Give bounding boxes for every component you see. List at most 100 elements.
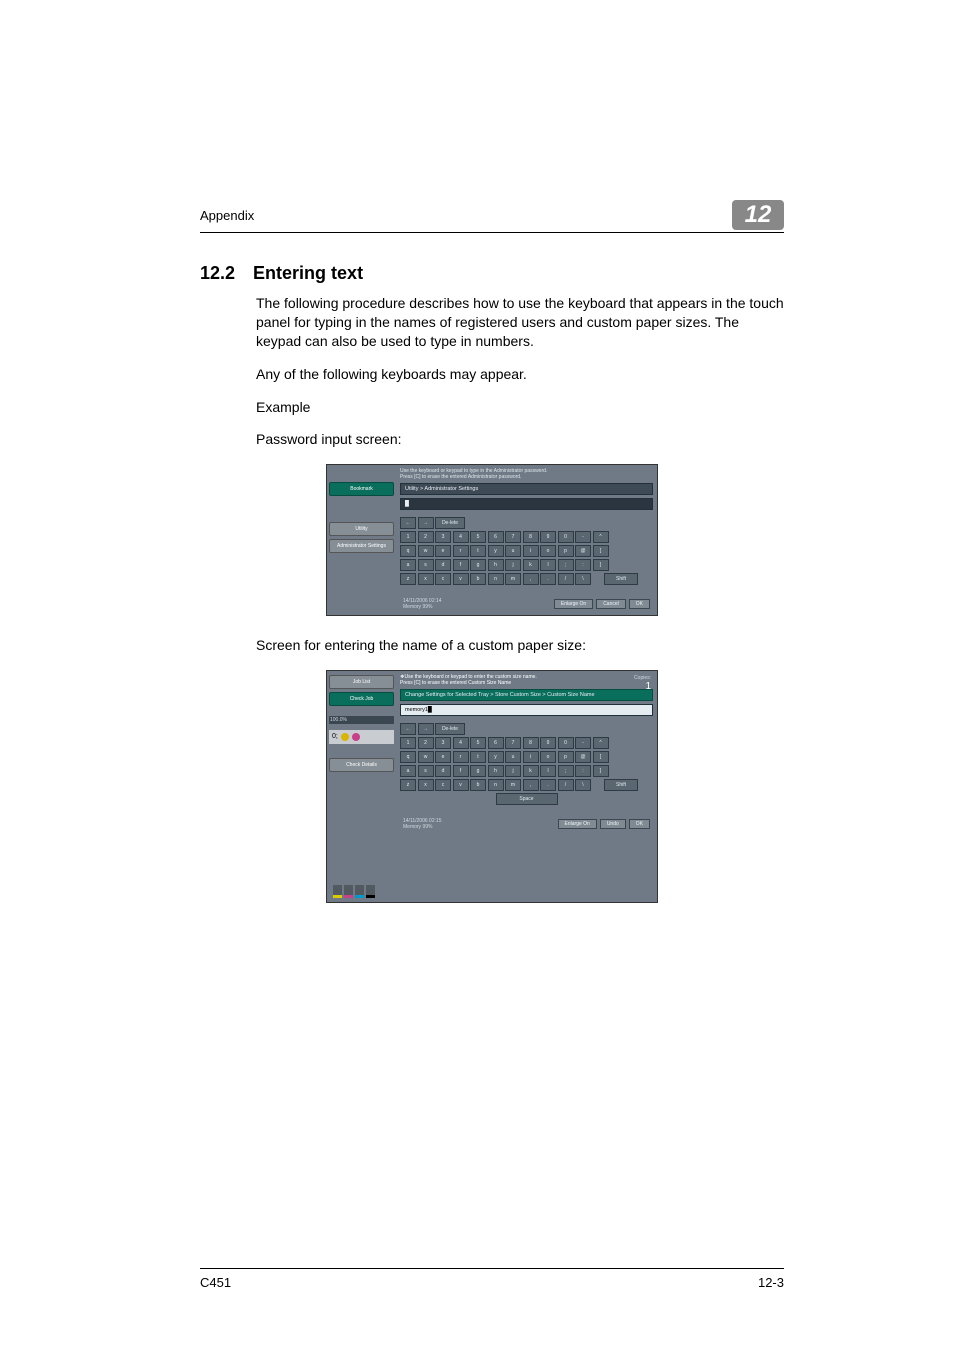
job-list-button[interactable]: Job List xyxy=(329,675,394,689)
key2-b[interactable]: b xyxy=(470,779,486,791)
delete-key[interactable]: De-lete xyxy=(435,517,465,529)
key2-7[interactable]: 7 xyxy=(505,737,521,749)
key-5[interactable]: 5 xyxy=(470,531,486,543)
key-a[interactable]: a xyxy=(400,559,416,571)
key2-p[interactable]: p xyxy=(558,751,574,763)
key-t[interactable]: t xyxy=(470,545,486,557)
enlarge-button[interactable]: Enlarge On xyxy=(554,599,593,609)
key-6[interactable]: 6 xyxy=(488,531,504,543)
key2-9[interactable]: 9 xyxy=(540,737,556,749)
key2-c[interactable]: c xyxy=(435,779,451,791)
key2-colon[interactable]: : xyxy=(575,765,591,777)
key-8[interactable]: 8 xyxy=(523,531,539,543)
key2-k[interactable]: k xyxy=(523,765,539,777)
cancel-button[interactable]: Cancel xyxy=(596,599,626,609)
key2-8[interactable]: 8 xyxy=(523,737,539,749)
bookmark-button[interactable]: Bookmark xyxy=(329,482,394,496)
key2-semicolon[interactable]: ; xyxy=(558,765,574,777)
key-3[interactable]: 3 xyxy=(435,531,451,543)
utility-crumb[interactable]: Utility xyxy=(329,522,394,536)
key2-1[interactable]: 1 xyxy=(400,737,416,749)
key2-n[interactable]: n xyxy=(488,779,504,791)
key-j[interactable]: j xyxy=(505,559,521,571)
key-7[interactable]: 7 xyxy=(505,531,521,543)
enlarge-button-2[interactable]: Enlarge On xyxy=(558,819,597,829)
key2-lbracket[interactable]: [ xyxy=(593,751,609,763)
key-s[interactable]: s xyxy=(418,559,434,571)
key-colon[interactable]: : xyxy=(575,559,591,571)
key2-a[interactable]: a xyxy=(400,765,416,777)
ok-button[interactable]: OK xyxy=(629,599,650,609)
key2-w[interactable]: w xyxy=(418,751,434,763)
key-p[interactable]: p xyxy=(558,545,574,557)
key2-e[interactable]: e xyxy=(435,751,451,763)
space-key[interactable]: Space xyxy=(496,793,558,805)
key2-l[interactable]: l xyxy=(540,765,556,777)
key-at[interactable]: @ xyxy=(575,545,591,557)
arrow-left-key[interactable]: ← xyxy=(400,517,416,529)
key-g[interactable]: g xyxy=(470,559,486,571)
key2-rbracket[interactable]: ] xyxy=(593,765,609,777)
shift-key[interactable]: Shift xyxy=(604,573,638,585)
key2-q[interactable]: q xyxy=(400,751,416,763)
key2-z[interactable]: z xyxy=(400,779,416,791)
shift-key-2[interactable]: Shift xyxy=(604,779,638,791)
key2-r[interactable]: r xyxy=(453,751,469,763)
text-input-field[interactable]: █ xyxy=(400,498,653,510)
key2-g[interactable]: g xyxy=(470,765,486,777)
key2-m[interactable]: m xyxy=(505,779,521,791)
key-semicolon[interactable]: ; xyxy=(558,559,574,571)
arrow-right-key[interactable]: → xyxy=(418,517,434,529)
key2-x[interactable]: x xyxy=(418,779,434,791)
ok-button-2[interactable]: OK xyxy=(629,819,650,829)
key-x[interactable]: x xyxy=(418,573,434,585)
key2-slash[interactable]: / xyxy=(558,779,574,791)
key-lbracket[interactable]: [ xyxy=(593,545,609,557)
key2-3[interactable]: 3 xyxy=(435,737,451,749)
key2-h[interactable]: h xyxy=(488,765,504,777)
key-b[interactable]: b xyxy=(470,573,486,585)
key2-6[interactable]: 6 xyxy=(488,737,504,749)
key-v[interactable]: v xyxy=(453,573,469,585)
key2-v[interactable]: v xyxy=(453,779,469,791)
key2-comma[interactable]: , xyxy=(523,779,539,791)
arrow-left-key-2[interactable]: ← xyxy=(400,723,416,735)
key-d[interactable]: d xyxy=(435,559,451,571)
key-r[interactable]: r xyxy=(453,545,469,557)
key-o[interactable]: o xyxy=(540,545,556,557)
key2-f[interactable]: f xyxy=(453,765,469,777)
key2-o[interactable]: o xyxy=(540,751,556,763)
key-h[interactable]: h xyxy=(488,559,504,571)
key-k[interactable]: k xyxy=(523,559,539,571)
key-w[interactable]: w xyxy=(418,545,434,557)
key-q[interactable]: q xyxy=(400,545,416,557)
key2-5[interactable]: 5 xyxy=(470,737,486,749)
key-backslash[interactable]: \ xyxy=(575,573,591,585)
undo-button[interactable]: Undo xyxy=(600,819,626,829)
custom-name-input[interactable]: memory1█ xyxy=(400,704,653,716)
key-y[interactable]: y xyxy=(488,545,504,557)
key2-minus[interactable]: - xyxy=(575,737,591,749)
key-e[interactable]: e xyxy=(435,545,451,557)
key2-backslash[interactable]: \ xyxy=(575,779,591,791)
key2-4[interactable]: 4 xyxy=(453,737,469,749)
key2-s[interactable]: s xyxy=(418,765,434,777)
key-caret[interactable]: ^ xyxy=(593,531,609,543)
key-n[interactable]: n xyxy=(488,573,504,585)
key2-u[interactable]: u xyxy=(505,751,521,763)
key-z[interactable]: z xyxy=(400,573,416,585)
key-l[interactable]: l xyxy=(540,559,556,571)
key2-0[interactable]: 0 xyxy=(558,737,574,749)
key-c[interactable]: c xyxy=(435,573,451,585)
key-m[interactable]: m xyxy=(505,573,521,585)
key2-i[interactable]: i xyxy=(523,751,539,763)
key2-period[interactable]: . xyxy=(540,779,556,791)
key-comma[interactable]: , xyxy=(523,573,539,585)
key-f[interactable]: f xyxy=(453,559,469,571)
key2-caret[interactable]: ^ xyxy=(593,737,609,749)
key-0[interactable]: 0 xyxy=(558,531,574,543)
key-rbracket[interactable]: ] xyxy=(593,559,609,571)
check-details-button[interactable]: Check Details xyxy=(329,758,394,772)
delete-key-2[interactable]: De-lete xyxy=(435,723,465,735)
key-i[interactable]: i xyxy=(523,545,539,557)
